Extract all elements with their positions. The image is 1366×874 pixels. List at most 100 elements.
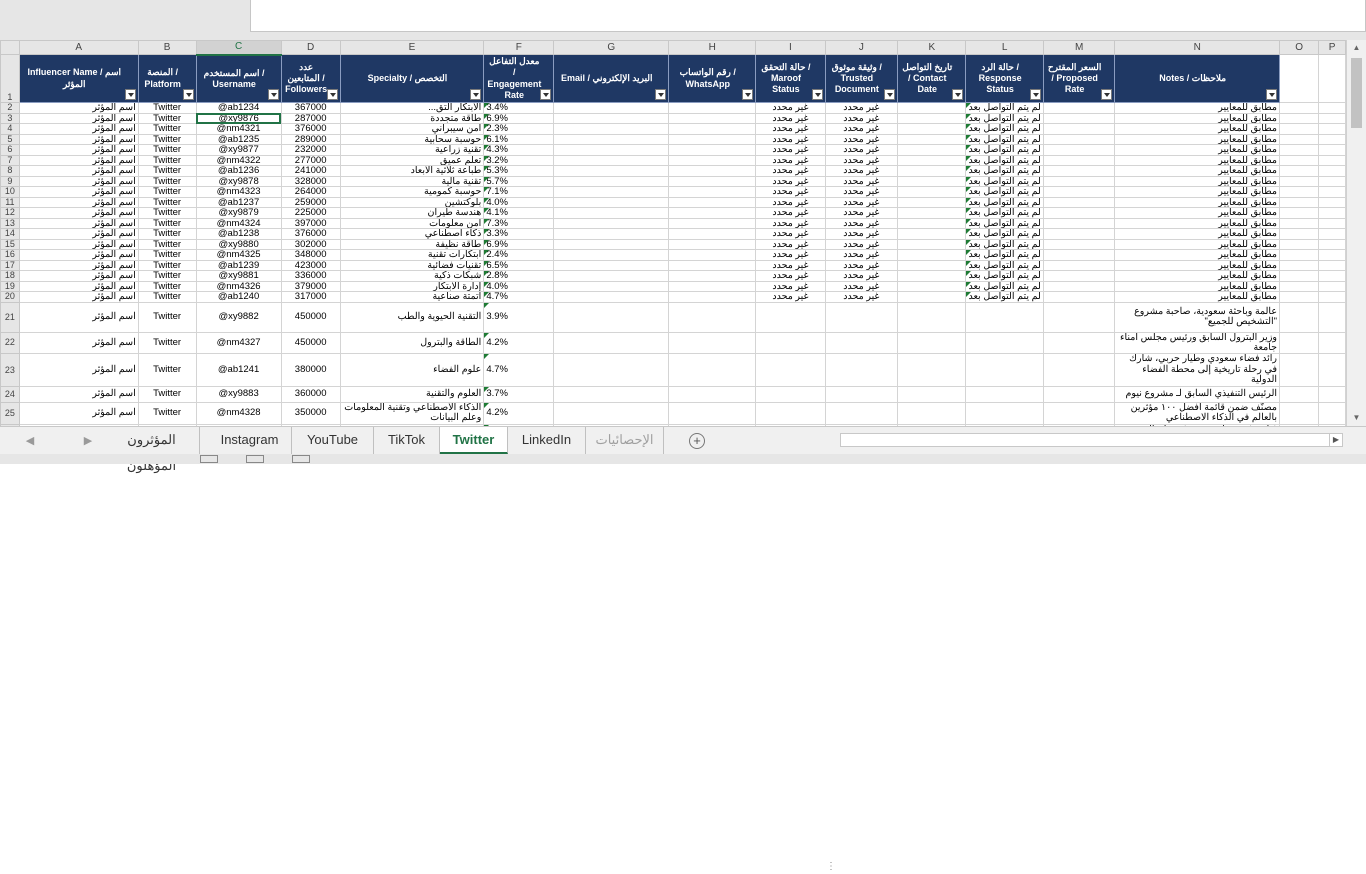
username-cell[interactable]: @nm4327 [195,331,282,355]
rate-cell[interactable] [1042,401,1116,425]
notes-cell[interactable]: الرئيس التنفيذي السابق لـ مشروع نيوم [1114,385,1280,403]
email-cell[interactable] [553,175,670,187]
trusted-cell[interactable]: غير محدد [824,196,899,208]
column-header-k[interactable]: K [897,40,967,55]
name-cell[interactable]: اسم المؤثر [18,249,139,261]
email-cell[interactable] [553,259,670,271]
email-cell[interactable] [553,196,670,208]
platform-cell[interactable]: Twitter [137,291,197,303]
row-header[interactable]: 21 [0,301,20,333]
row-header[interactable]: 13 [0,217,20,229]
platform-cell[interactable]: Twitter [137,301,197,333]
platform-cell[interactable]: Twitter [137,207,197,219]
notes-cell[interactable]: مطابق للمعايير [1114,123,1280,135]
maroof-cell[interactable] [755,385,826,403]
trusted-cell[interactable]: غير محدد [824,238,899,250]
tab-الإحصائيات[interactable]: الإحصائيات [586,427,664,454]
followers-cell[interactable]: 328000 [280,175,341,187]
contact-date-cell[interactable] [897,385,967,403]
specialty-cell[interactable]: الابتكار التق... [339,102,485,114]
row-header[interactable]: 1 [0,54,20,103]
whatsapp-cell[interactable] [668,270,757,282]
name-cell[interactable]: اسم المؤثر [18,238,139,250]
contact-date-cell[interactable] [897,249,967,261]
column-header-a[interactable]: A [18,40,139,55]
notes-cell[interactable]: مطابق للمعايير [1114,133,1280,145]
contact-date-cell[interactable] [897,301,967,333]
notes-cell[interactable]: مطابق للمعايير [1114,154,1280,166]
contact-date-cell[interactable] [897,165,967,177]
response-cell[interactable]: لم يتم التواصل بعد [965,228,1044,240]
followers-cell[interactable]: 397000 [280,217,341,229]
followers-cell[interactable]: 350000 [280,401,341,425]
email-cell[interactable] [553,102,670,114]
empty-cell[interactable] [1278,353,1320,387]
row-header[interactable]: 24 [0,385,20,403]
whatsapp-cell[interactable] [668,144,757,156]
response-cell[interactable]: لم يتم التواصل بعد [965,112,1044,124]
row-header[interactable]: 6 [0,144,20,156]
name-cell[interactable]: اسم المؤثر [18,207,139,219]
maroof-cell[interactable]: غير محدد [755,217,826,229]
contact-date-cell[interactable] [897,144,967,156]
username-cell[interactable]: @xy9876 [195,112,282,124]
maroof-cell[interactable]: غير محدد [755,102,826,114]
rate-cell[interactable] [1042,175,1116,187]
rate-cell[interactable] [1042,353,1116,387]
specialty-cell[interactable]: أمن سيبراني [339,123,485,135]
platform-cell[interactable]: Twitter [137,102,197,114]
email-cell[interactable] [553,154,670,166]
contact-date-cell[interactable] [897,112,967,124]
empty-cell[interactable] [1318,217,1346,229]
trusted-cell[interactable]: غير محدد [824,175,899,187]
empty-cell[interactable] [1278,102,1320,114]
trusted-cell[interactable]: غير محدد [824,280,899,292]
response-cell[interactable]: لم يتم التواصل بعد [965,154,1044,166]
whatsapp-cell[interactable] [668,217,757,229]
row-header[interactable]: 7 [0,154,20,166]
rate-cell[interactable] [1042,291,1116,303]
trusted-cell[interactable] [824,301,899,333]
engagement-cell[interactable]: 3.2% [483,154,555,166]
maroof-cell[interactable]: غير محدد [755,238,826,250]
email-cell[interactable] [553,249,670,261]
filter-dropdown-icon[interactable] [1266,89,1277,100]
contact-date-cell[interactable] [897,102,967,114]
empty-cell[interactable] [1278,196,1320,208]
rate-cell[interactable] [1042,207,1116,219]
notes-cell[interactable]: مطابق للمعايير [1114,112,1280,124]
rate-cell[interactable] [1042,186,1116,198]
platform-cell[interactable]: Twitter [137,154,197,166]
tab-instagram[interactable]: Instagram [208,427,292,454]
rate-cell[interactable] [1042,196,1116,208]
notes-cell[interactable]: مطابق للمعايير [1114,175,1280,187]
username-cell[interactable]: @ab1241 [195,353,282,387]
rate-cell[interactable] [1042,280,1116,292]
normal-view-icon[interactable] [200,455,218,463]
column-header-l[interactable]: L [965,40,1044,55]
empty-cell[interactable] [1318,133,1346,145]
maroof-cell[interactable]: غير محدد [755,280,826,292]
username-cell[interactable]: @xy9879 [195,207,282,219]
empty-cell[interactable] [1278,259,1320,271]
name-cell[interactable]: اسم المؤثر [18,123,139,135]
empty-cell[interactable] [1318,353,1346,387]
notes-cell[interactable]: مصنّف ضمن قائمة أفضل ١٠٠ مؤثرين بالعالم … [1114,401,1280,425]
empty-cell[interactable] [1278,165,1320,177]
column-header-c[interactable]: C [195,40,282,56]
empty-cell[interactable] [1318,102,1346,114]
engagement-cell[interactable]: 4.3% [483,144,555,156]
rate-cell[interactable] [1042,112,1116,124]
empty-cell[interactable] [1278,175,1320,187]
column-header-j[interactable]: J [824,40,899,55]
maroof-cell[interactable]: غير محدد [755,165,826,177]
engagement-cell[interactable]: 4.1% [483,207,555,219]
empty-cell[interactable] [1278,238,1320,250]
whatsapp-cell[interactable] [668,133,757,145]
plus-circle-icon[interactable]: + [689,433,705,449]
filter-dropdown-icon[interactable] [811,89,823,100]
response-cell[interactable]: لم يتم التواصل بعد [965,249,1044,261]
notes-cell[interactable]: مطابق للمعايير [1114,165,1280,177]
column-header-b[interactable]: B [137,40,197,55]
maroof-cell[interactable]: غير محدد [755,228,826,240]
